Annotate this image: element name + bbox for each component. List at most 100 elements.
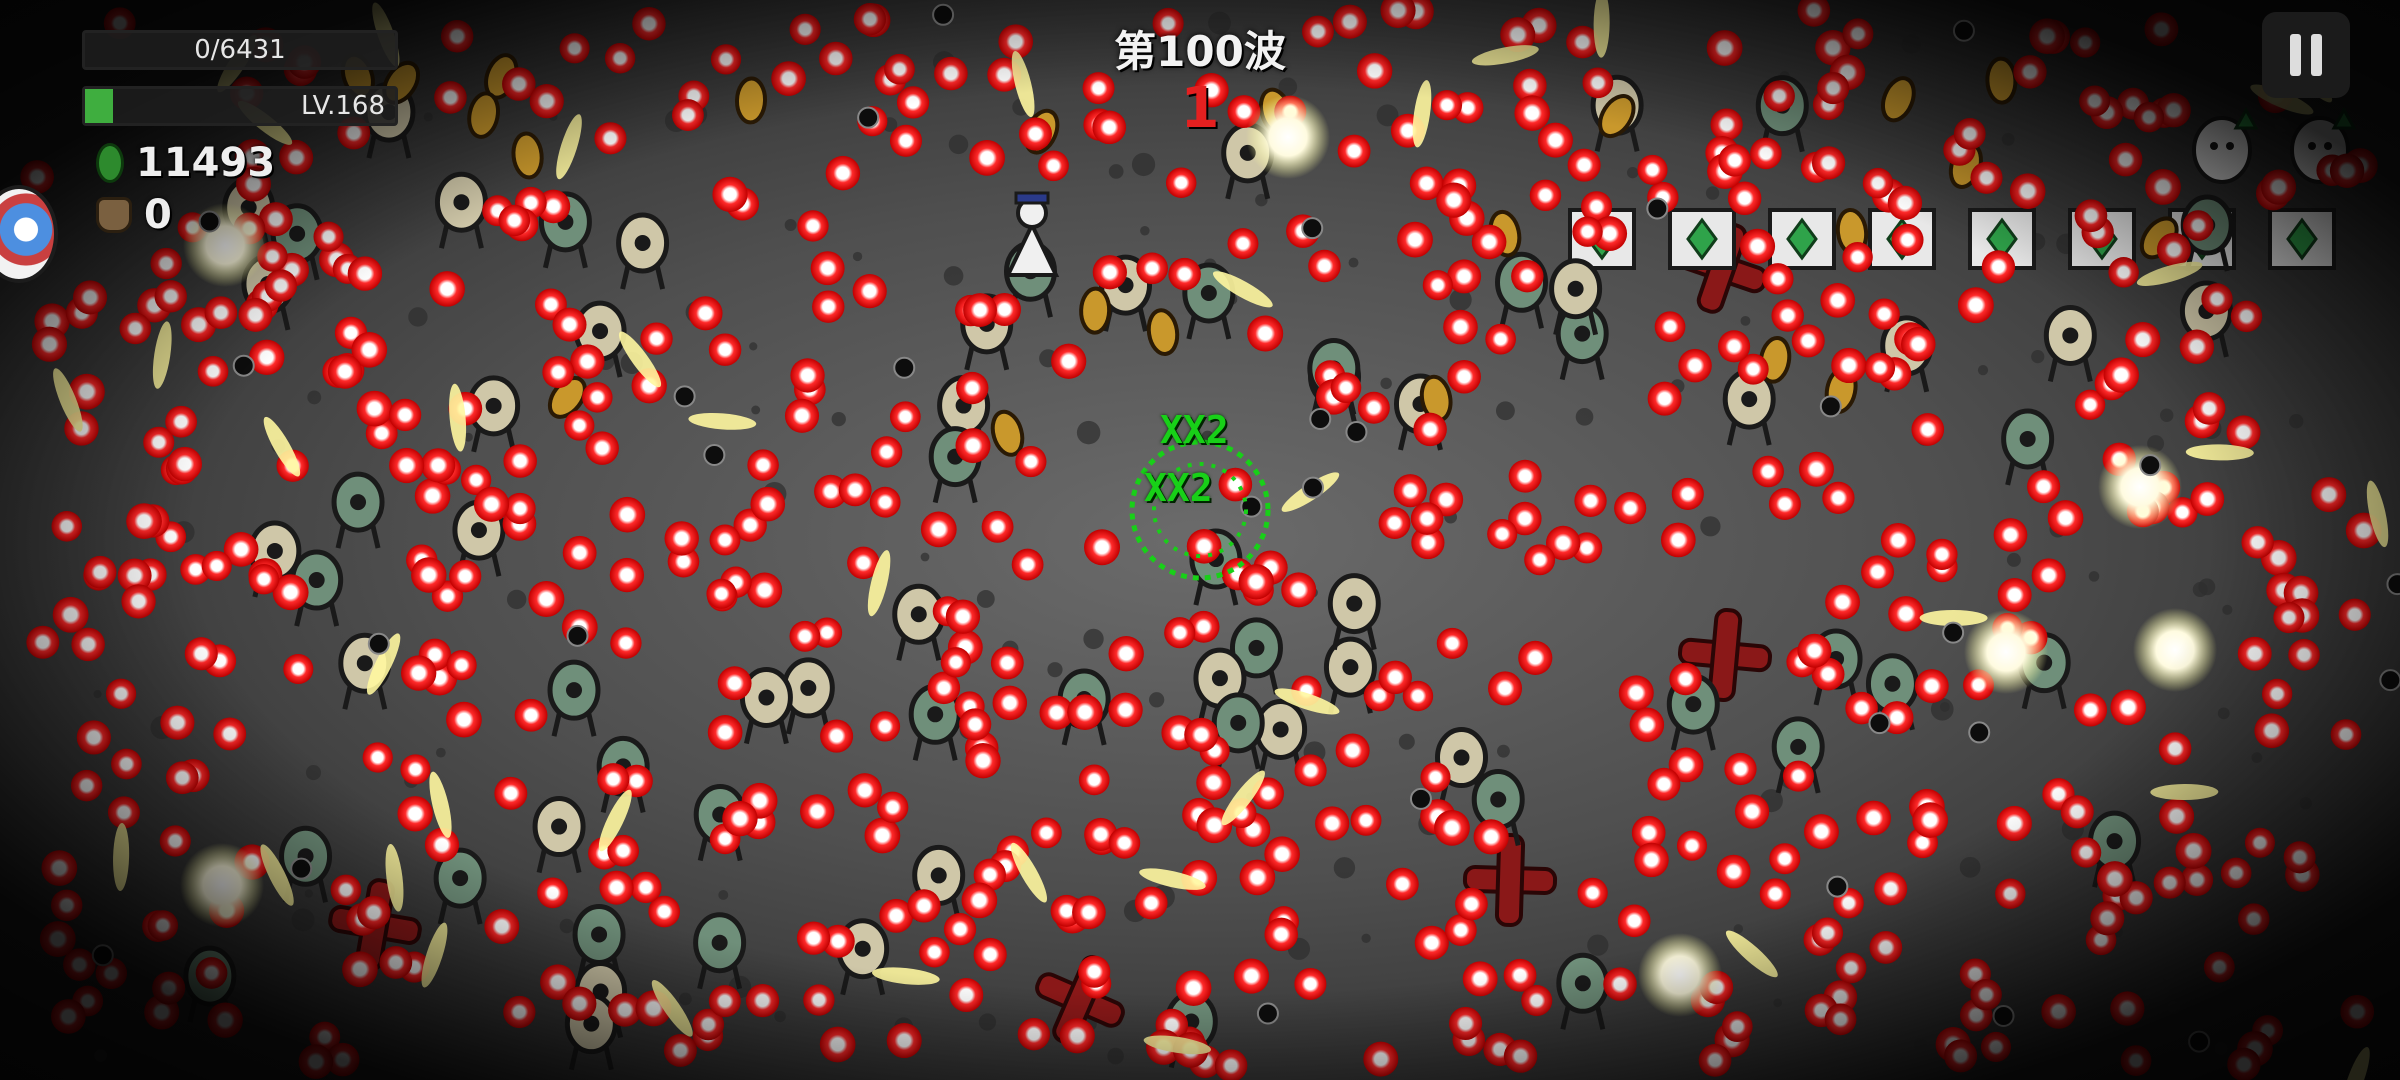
enemy-bullet	[1031, 817, 1062, 849]
enemy-bullet	[2159, 798, 2195, 834]
ground-rock	[976, 590, 995, 608]
enemy-bullet	[2110, 991, 2145, 1026]
ground-rock	[943, 266, 964, 286]
enemy-bullet	[1514, 95, 1550, 131]
enemy-bullet	[1864, 352, 1896, 383]
enemy-bullet	[379, 946, 413, 979]
enemy-bullet	[2175, 832, 2212, 869]
player-character	[1129, 439, 1271, 581]
energy-slash	[1725, 930, 1778, 978]
enemy-bullet	[1448, 1006, 1483, 1041]
enemy-bullet	[1447, 359, 1481, 394]
ground-rock	[774, 1010, 786, 1023]
enemy-bullet	[747, 449, 779, 481]
enemy-bullet	[1706, 30, 1743, 66]
game-stage[interactable]: 0/6431 LV.168 11493 0 第100波 1 XX2 XX2	[0, 0, 2400, 1080]
enemy-bullet	[963, 293, 997, 327]
enemy-bullet	[1078, 955, 1111, 988]
enemy-bullet	[1397, 221, 1433, 258]
enemy-bullet	[1759, 878, 1791, 910]
enemy-bullet	[1011, 548, 1044, 581]
enemy-bullet	[750, 486, 786, 522]
enemy-bullet	[1724, 752, 1757, 786]
enemy-bullet	[1752, 455, 1784, 488]
enemy-bullet	[559, 33, 590, 64]
enemy-bullet	[2254, 713, 2290, 749]
enemy-bullet	[204, 296, 238, 330]
enemy-turret	[616, 212, 670, 290]
enemy-bullet	[50, 889, 83, 922]
enemy-bullet	[1436, 627, 1468, 659]
enemy-bullet	[1067, 694, 1103, 730]
enemy-bullet	[2244, 827, 2275, 858]
enemy-bullet	[907, 889, 941, 923]
enemy-bullet	[119, 312, 152, 345]
enemy-bullet	[1618, 675, 1654, 711]
ground-rock	[1705, 186, 1720, 200]
enemy-bullet	[1577, 877, 1608, 908]
enemy-bullet	[2041, 994, 2076, 1029]
enemy-bullet	[1017, 1018, 1051, 1051]
potato-pickup	[467, 91, 500, 139]
enemy-bullet	[207, 1002, 243, 1038]
enemy-bullet	[111, 748, 142, 780]
enemy-bullet	[1233, 958, 1270, 994]
ground-rock	[1076, 420, 1101, 445]
dark-orb	[1992, 1004, 2015, 1027]
enemy-bullet	[1108, 636, 1144, 672]
enemy-bullet	[564, 410, 595, 441]
enemy-bullet	[1168, 257, 1201, 291]
enemy-bullet	[1817, 72, 1850, 105]
enemy-bullet	[1134, 886, 1168, 920]
enemy-bullet	[819, 1026, 856, 1063]
enemy-turret	[693, 912, 747, 990]
battle-arena[interactable]	[0, 0, 2400, 1080]
enemy-bullet	[1227, 228, 1259, 260]
enemy-bullet	[2120, 1045, 2152, 1076]
enemy-bullet	[1676, 830, 1708, 861]
enemy-bullet	[992, 685, 1028, 721]
enemy-bullet	[707, 714, 743, 750]
dark-orb	[1819, 395, 1842, 418]
enemy-bullet	[159, 825, 191, 857]
dark-orb	[566, 624, 589, 647]
enemy-bullet	[1811, 146, 1846, 180]
enemy-bullet	[570, 344, 605, 379]
enemy-bullet	[1572, 216, 1603, 247]
enemy-bullet	[562, 986, 597, 1021]
enemy-bullet	[249, 339, 285, 375]
enemy-bullet	[2329, 153, 2365, 188]
enemy-bullet	[1820, 283, 1856, 318]
enemy-bullet	[1797, 0, 1831, 27]
enemy-bullet	[1634, 842, 1669, 878]
enemy-bullet	[708, 333, 742, 366]
enemy-bullet	[889, 401, 921, 433]
wizard-npc	[1004, 191, 1060, 277]
enemy-bullet	[1671, 477, 1704, 510]
enemy-bullet	[2227, 1047, 2261, 1080]
enemy-bullet	[1944, 1039, 1978, 1073]
enemy-bullet	[1874, 872, 1908, 906]
enemy-bullet	[796, 921, 831, 955]
enemy-bullet	[2074, 199, 2108, 233]
enemy-bullet	[1357, 391, 1390, 424]
enemy-bullet	[41, 850, 78, 887]
enemy-bullet	[1518, 640, 1553, 675]
enemy-bullet	[39, 921, 76, 958]
enemy-bullet	[1302, 15, 1334, 48]
energy-blast	[180, 843, 264, 927]
ground-rock	[978, 1013, 997, 1031]
enemy-bullet	[1970, 978, 2002, 1011]
enemy-bullet	[152, 971, 186, 1005]
enemy-bullet	[1647, 381, 1682, 416]
enemy-bullet	[2031, 558, 2066, 593]
enemy-bullet	[484, 909, 520, 944]
ground-rock	[718, 890, 729, 900]
enemy-bullet	[717, 666, 752, 701]
pause-button[interactable]	[2262, 12, 2350, 98]
enemy-bullet	[121, 584, 156, 619]
ground-rock	[2192, 581, 2208, 598]
ground-rock	[1913, 1038, 1927, 1051]
enemy-bullet	[552, 307, 587, 342]
ground-rock	[1149, 692, 1165, 708]
